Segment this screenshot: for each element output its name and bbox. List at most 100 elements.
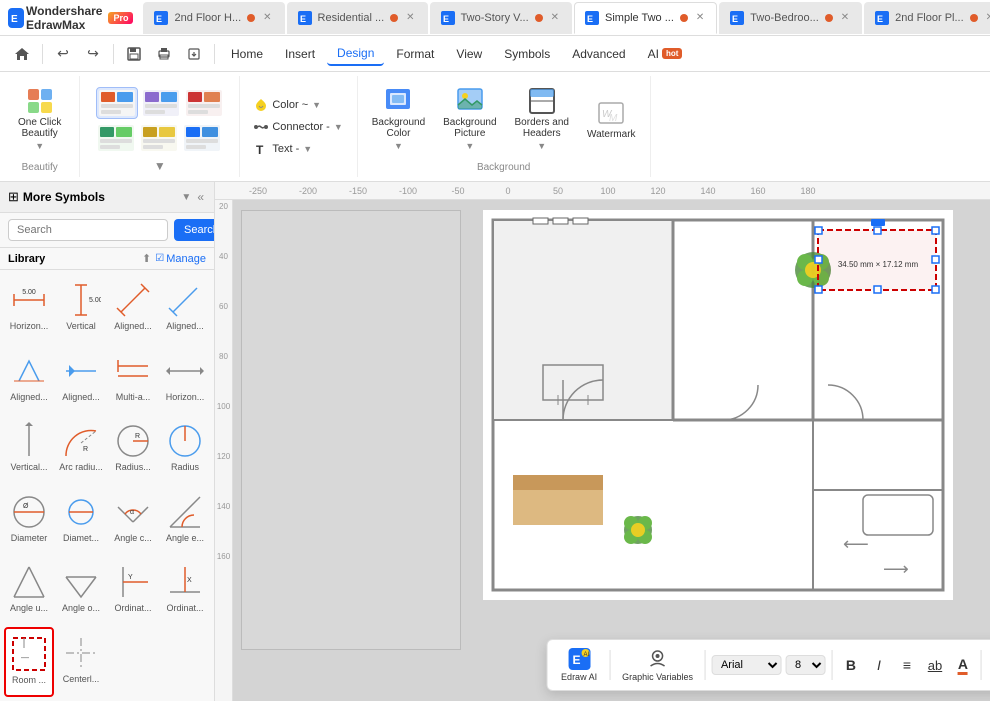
symbol-item-20[interactable]: — Room ...: [4, 627, 54, 698]
symbol-item-10[interactable]: R Radius...: [108, 415, 158, 484]
symbol-item-3[interactable]: Aligned...: [160, 274, 210, 343]
menu-advanced[interactable]: Advanced: [562, 43, 635, 65]
svg-text:E: E: [443, 14, 449, 24]
tab-2[interactable]: E Residential ... ✕: [287, 2, 428, 34]
tab-close-1[interactable]: ✕: [261, 12, 273, 23]
svg-text:E: E: [572, 653, 580, 667]
symbol-item-21[interactable]: Centerl...: [56, 627, 106, 698]
manage-link[interactable]: ☑ Manage: [155, 253, 206, 265]
symbol-item-7[interactable]: Horizon...: [160, 345, 210, 414]
symbol-img-15: [164, 491, 206, 533]
symbol-item-19[interactable]: X Ordinat...: [160, 556, 210, 625]
symbol-img-5: [60, 350, 102, 392]
undo-icon[interactable]: ↩: [49, 40, 77, 68]
menu-home[interactable]: Home: [221, 43, 273, 65]
tab-6[interactable]: E 2nd Floor Pl... ✕: [864, 2, 990, 34]
symbol-item-4[interactable]: Aligned...: [4, 345, 54, 414]
background-picture-btn[interactable]: BackgroundPicture ▼: [437, 83, 502, 155]
redo-icon[interactable]: ↪: [79, 40, 107, 68]
main-canvas[interactable]: 34.50 mm × 17.12 mm ⟵: [233, 200, 990, 701]
symbol-item-0[interactable]: 5.00 Horizon...: [4, 274, 54, 343]
theme-btn-1[interactable]: [96, 87, 138, 119]
tab-close-5[interactable]: ✕: [839, 12, 851, 23]
underline-btn[interactable]: ab: [923, 654, 947, 677]
panel-title: More Symbols: [23, 190, 178, 204]
watermark-btn[interactable]: W M Watermark: [581, 95, 642, 144]
panel-collapse-btn[interactable]: «: [195, 188, 206, 206]
menu-design[interactable]: Design: [327, 42, 384, 66]
canvas-body: 20 40 60 80 100 120 140 160: [215, 200, 990, 701]
theme-btn-4[interactable]: [96, 123, 136, 153]
tab-4[interactable]: E Simple Two ... ✕: [574, 2, 717, 34]
theme-btn-5[interactable]: [139, 123, 179, 153]
svg-text:E: E: [877, 14, 883, 24]
theme-btn-3[interactable]: [184, 87, 224, 119]
menu-ai[interactable]: AI hot: [638, 43, 693, 65]
tab-close-6[interactable]: ✕: [984, 12, 990, 23]
symbol-item-12[interactable]: Ø Diameter: [4, 486, 54, 555]
font-color-btn[interactable]: A: [951, 652, 975, 679]
tab-dot-3: [535, 14, 543, 22]
svg-text:X: X: [187, 577, 192, 584]
menu-insert[interactable]: Insert: [275, 43, 325, 65]
tab-1[interactable]: E 2nd Floor H... ✕: [143, 2, 284, 34]
background-color-btn[interactable]: BackgroundColor ▼: [366, 83, 431, 155]
home-nav-icon[interactable]: [8, 40, 36, 68]
theme-expand-icon[interactable]: ▼: [154, 159, 166, 173]
bold-btn[interactable]: B: [839, 653, 863, 677]
symbol-item-15[interactable]: Angle e...: [160, 486, 210, 555]
symbol-item-11[interactable]: Radius: [160, 415, 210, 484]
theme-btn-6[interactable]: [182, 123, 222, 153]
symbol-img-4: [8, 350, 50, 392]
color-btn[interactable]: Color ~ ▼: [248, 96, 348, 114]
symbol-item-14[interactable]: α Angle c...: [108, 486, 158, 555]
text-btn[interactable]: T Text - ▼: [248, 140, 348, 158]
svg-text:T: T: [256, 143, 264, 156]
tab-5[interactable]: E Two-Bedroo... ✕: [719, 2, 862, 34]
tab-close-2[interactable]: ✕: [404, 12, 416, 23]
edraw-ai-btn[interactable]: E AI Edraw AI: [555, 644, 603, 686]
search-input[interactable]: [8, 219, 168, 241]
save-icon[interactable]: [120, 40, 148, 68]
font-size-select[interactable]: 8: [786, 655, 826, 675]
tab-close-3[interactable]: ✕: [549, 12, 561, 23]
ribbon: One ClickBeautify ▼ Beautify: [0, 72, 990, 182]
menu-symbols[interactable]: Symbols: [494, 43, 560, 65]
graphic-variables-btn[interactable]: Graphic Variables: [616, 644, 699, 686]
symbol-item-2[interactable]: Aligned...: [108, 274, 158, 343]
symbol-label-14: Angle c...: [114, 533, 152, 543]
symbol-img-18: Y: [112, 561, 154, 603]
one-click-beautify-btn[interactable]: One ClickBeautify ▼: [8, 81, 71, 157]
ft-sep-2: [705, 650, 706, 680]
symbol-img-13: [60, 491, 102, 533]
symbol-item-17[interactable]: Angle o...: [56, 556, 106, 625]
print-icon[interactable]: [150, 40, 178, 68]
symbol-item-9[interactable]: R Arc radiu...: [56, 415, 106, 484]
symbol-item-1[interactable]: 5.00 Vertical: [56, 274, 106, 343]
search-button[interactable]: Search: [174, 219, 215, 241]
symbol-item-13[interactable]: Diamet...: [56, 486, 106, 555]
floorplan-area[interactable]: 34.50 mm × 17.12 mm ⟵: [483, 210, 953, 600]
export-icon[interactable]: [180, 40, 208, 68]
ruler-marks-h: -250 -200 -150 -100 -50 0 50 100 120 140…: [233, 186, 833, 196]
symbol-label-8: Vertical...: [10, 462, 47, 472]
symbol-item-6[interactable]: Multi-a...: [108, 345, 158, 414]
tab-3[interactable]: E Two-Story V... ✕: [430, 2, 572, 34]
menu-view[interactable]: View: [446, 43, 492, 65]
menu-format[interactable]: Format: [386, 43, 444, 65]
symbol-item-18[interactable]: Y Ordinat...: [108, 556, 158, 625]
tab-close-4[interactable]: ✕: [694, 12, 706, 23]
symbol-img-1: 5.00: [60, 279, 102, 321]
italic-btn[interactable]: I: [867, 653, 891, 677]
theme-btn-2[interactable]: [141, 87, 181, 119]
symbol-item-5[interactable]: Aligned...: [56, 345, 106, 414]
svg-text:E: E: [732, 14, 738, 24]
align-btn[interactable]: ≡: [895, 653, 919, 677]
symbol-img-3: [164, 279, 206, 321]
symbol-label-3: Aligned...: [166, 321, 204, 331]
borders-headers-btn[interactable]: Borders andHeaders ▼: [509, 83, 575, 155]
symbol-item-16[interactable]: Angle u...: [4, 556, 54, 625]
connector-btn[interactable]: Connector - ▼: [248, 118, 348, 136]
font-select[interactable]: Arial: [712, 655, 782, 675]
symbol-item-8[interactable]: Vertical...: [4, 415, 54, 484]
